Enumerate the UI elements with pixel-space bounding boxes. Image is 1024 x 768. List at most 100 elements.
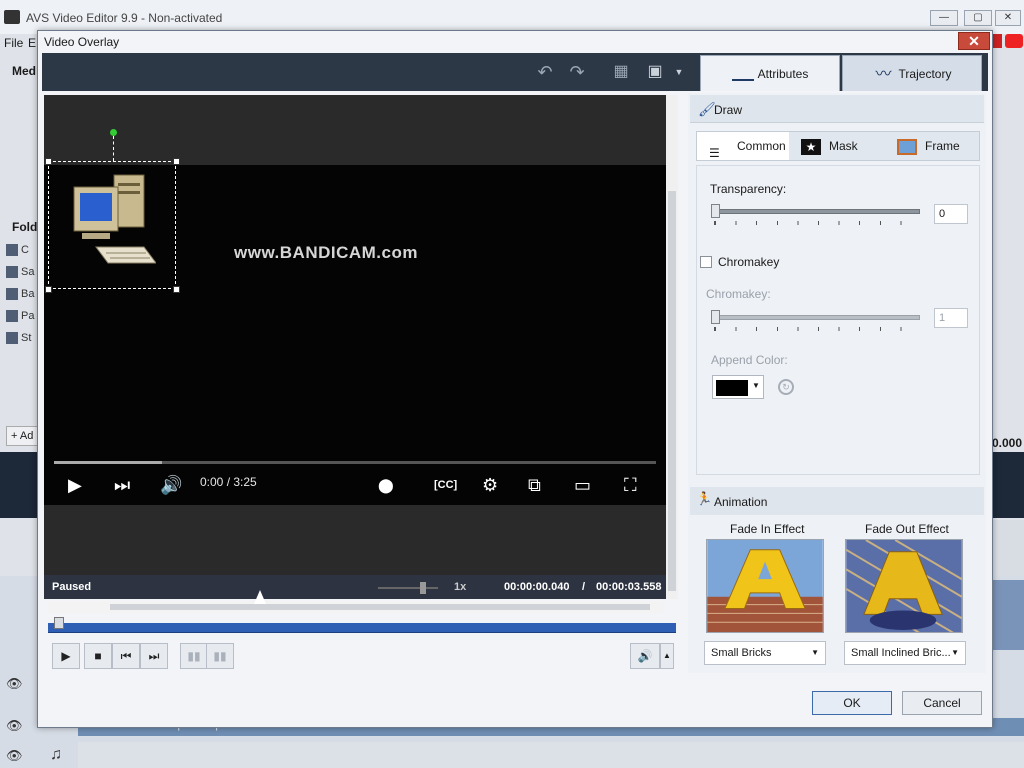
star-icon: ★ (801, 138, 821, 155)
fade-out-effect-value: Small Inclined Bric... (851, 647, 951, 659)
tab-attributes[interactable]: Attributes (700, 55, 840, 91)
speed-label: 1x (454, 581, 467, 593)
video-overlay-dialog: Video Overlay ✕ ↶ ↷ ▦ ▣ ▼ Attributes 〰 Tr… (37, 30, 993, 728)
timeline-position-marker[interactable] (54, 617, 64, 629)
add-button[interactable]: + Ad (6, 426, 40, 446)
mark-in-button[interactable]: ▮▮ (180, 643, 208, 669)
fade-in-label: Fade In Effect (730, 522, 805, 536)
vertical-scroll-thumb[interactable] (668, 191, 676, 591)
transparency-slider[interactable] (714, 209, 920, 214)
chromakey-checkbox[interactable] (700, 256, 712, 268)
audio-track[interactable] (78, 742, 1024, 768)
reset-color-icon[interactable]: ↻ (778, 379, 794, 395)
mark-out-button[interactable]: ▮▮ (206, 643, 234, 669)
yt-play-icon: ▶ (68, 475, 82, 495)
chromakey-slider[interactable] (714, 315, 920, 320)
folder-icon (6, 266, 18, 279)
chevron-down-icon[interactable]: ▼ (668, 61, 690, 83)
mouse-cursor-icon (254, 590, 266, 604)
subtab-mask-label: Mask (829, 139, 858, 153)
resize-handle[interactable] (173, 286, 180, 293)
yt-autoplay-icon: ⬤ (378, 477, 394, 493)
fade-out-effect-dropdown[interactable]: Small Inclined Bric... ▼ (844, 641, 966, 665)
grid-icon[interactable]: ▦ (610, 61, 632, 83)
resize-handle[interactable] (45, 158, 52, 165)
chromakey-slider-knob[interactable] (711, 310, 720, 324)
minimize-button[interactable]: — (930, 10, 958, 26)
redo-icon[interactable]: ↷ (566, 61, 588, 83)
subtab-frame[interactable]: Frame (885, 132, 979, 160)
chevron-down-icon[interactable]: ▼ (752, 381, 760, 390)
resize-handle[interactable] (173, 158, 180, 165)
tab-attributes-label: Attributes (757, 67, 809, 81)
folder-item-label: Pa (21, 310, 35, 322)
yt-next-icon: ⏭ (114, 475, 131, 495)
list-icon: ☰ (709, 145, 720, 160)
fade-in-effect-dropdown[interactable]: Small Bricks ▼ (704, 641, 826, 665)
play-button[interactable]: ▶ (52, 643, 80, 669)
horizontal-scroll-thumb[interactable] (110, 604, 650, 610)
monitor-icon[interactable]: ▣ (644, 61, 666, 83)
yt-volume-icon: 🔊 (160, 475, 183, 495)
app-icon (4, 10, 20, 24)
subtab-mask[interactable]: ★ Mask (789, 132, 885, 160)
transparency-ticks (714, 221, 920, 225)
tab-trajectory-label: Trajectory (898, 67, 952, 81)
yt-progress-fill (54, 461, 162, 464)
volume-icon[interactable]: 🔊 (630, 643, 660, 669)
transparency-value-field[interactable]: 0 (934, 204, 968, 224)
maximize-button[interactable]: ▢ (964, 10, 992, 26)
bandicam-watermark: www.BANDICAM.com (234, 243, 418, 262)
media-label: Med (12, 64, 36, 78)
app-close-button[interactable]: ✕ (995, 10, 1021, 26)
ok-button[interactable]: OK (812, 691, 892, 715)
resize-handle[interactable] (45, 286, 52, 293)
folder-icon (6, 244, 18, 257)
chevron-down-icon: ▼ (951, 648, 959, 657)
fade-in-preview-image[interactable] (706, 539, 824, 633)
speed-slider[interactable] (378, 587, 438, 589)
animation-label: Animation (714, 495, 768, 509)
fade-out-label: Fade Out Effect (865, 522, 949, 536)
transparency-slider-knob[interactable] (711, 204, 720, 218)
tab-trajectory[interactable]: 〰 Trajectory (842, 55, 982, 91)
subtab-common-label: Common (737, 139, 786, 153)
computer-overlay-image (73, 174, 156, 264)
append-color-label: Append Color: (711, 353, 788, 367)
speed-slider-knob[interactable] (420, 582, 426, 594)
playback-status: Paused (52, 581, 92, 593)
rotation-handle[interactable] (110, 129, 117, 136)
yt-miniplayer-icon: ⧉ (528, 475, 541, 495)
app-timeline-clip (992, 580, 1024, 650)
youtube-icon (1005, 34, 1023, 48)
frame-icon (897, 138, 917, 155)
cancel-button[interactable]: Cancel (902, 691, 982, 715)
fade-out-preview-image[interactable] (845, 539, 963, 633)
dialog-titlebar (38, 31, 992, 53)
folder-icon (6, 332, 18, 345)
eye-icon[interactable]: 👁 (6, 748, 23, 764)
yt-cc-icon: [CC] (434, 479, 458, 491)
subtab-common[interactable]: ☰ Common (697, 132, 789, 160)
dialog-title: Video Overlay (44, 35, 120, 49)
preview-area[interactable]: www.BANDICAM.com ▶ ⏭ 🔊 0:00 / 3:25 ⬤ [CC… (44, 95, 666, 599)
yt-fullscreen-icon: ⛶ (624, 475, 637, 495)
undo-icon[interactable]: ↶ (534, 61, 556, 83)
attributes-icon (731, 69, 754, 81)
folder-item-label: C (21, 244, 29, 256)
menu-file[interactable]: File (4, 36, 23, 50)
chromakey-value-field[interactable]: 1 (934, 308, 968, 328)
preview-status-bar: Paused 1x 00:00:00.040 / 00:00:03.558 (44, 575, 666, 599)
overlay-timeline[interactable] (48, 623, 676, 633)
eye-icon[interactable]: 👁 (6, 676, 23, 692)
chromakey-checkbox-label: Chromakey (718, 255, 780, 269)
volume-arrow-icon[interactable]: ▲ (660, 643, 674, 669)
menu-edit[interactable]: E (28, 36, 36, 50)
folder-item-label: Ba (21, 288, 35, 300)
folder-icon (6, 288, 18, 301)
dialog-close-button[interactable]: ✕ (958, 32, 990, 50)
previous-frame-button[interactable]: ⏮ (112, 643, 140, 669)
next-frame-button[interactable]: ⏭ (140, 643, 168, 669)
stop-button[interactable]: ■ (84, 643, 112, 669)
eye-icon[interactable]: 👁 (6, 718, 23, 734)
